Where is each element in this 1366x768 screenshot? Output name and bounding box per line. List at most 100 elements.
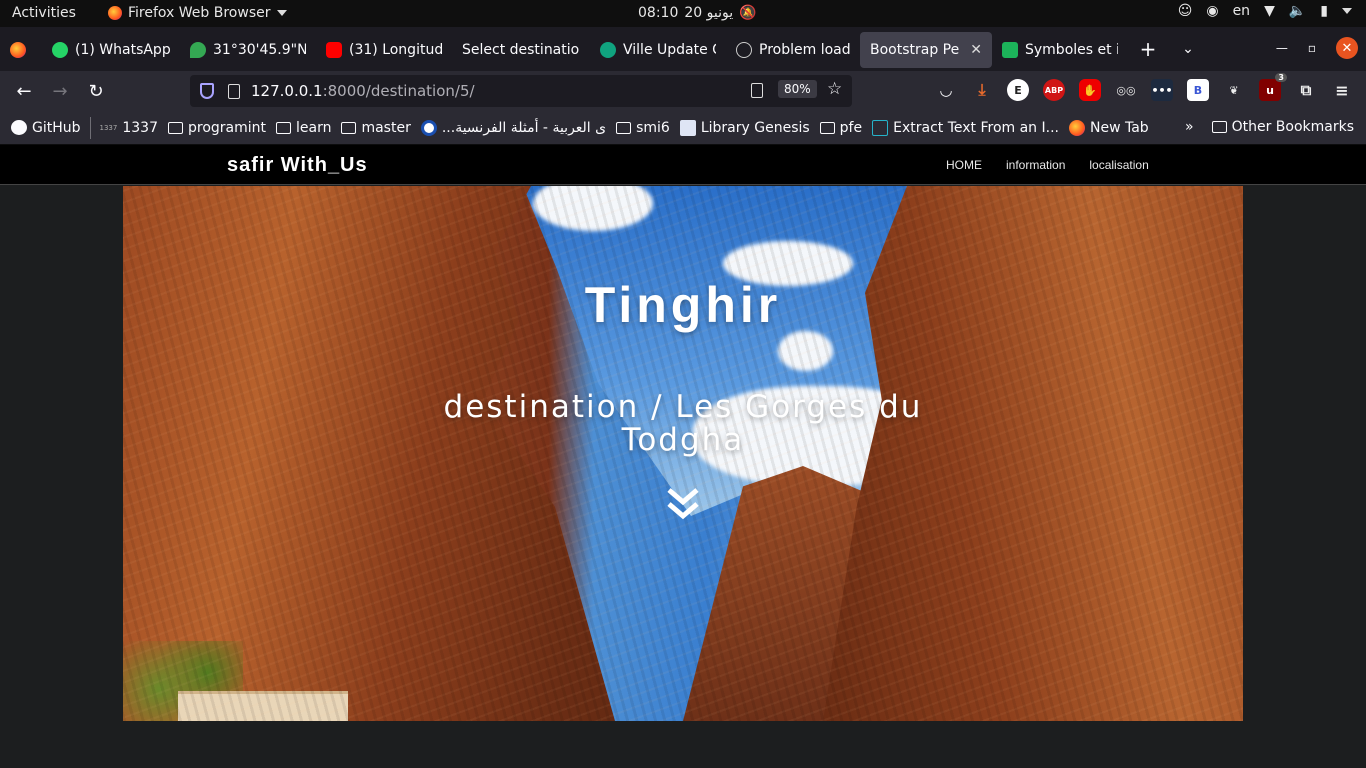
clock-time: 08:10	[638, 5, 679, 21]
notifications-muted-icon: 🔕	[739, 5, 757, 21]
tab-strip: (1) WhatsApp 31°30'45.9"N 5 (31) Longitu…	[0, 27, 1366, 71]
system-menu-chevron-icon	[1342, 8, 1352, 14]
bookmark-folder-learn[interactable]: learn	[271, 120, 336, 136]
tab-select-destination[interactable]: Select destination	[452, 32, 590, 68]
zoom-level-button[interactable]: 80%	[778, 80, 817, 98]
new-tab-button[interactable]: +	[1128, 37, 1168, 61]
extensions-area: ◡ ⤓ E ABP ✋ ◎◎ ••• B ❦ u3 ⧉ ≡	[935, 73, 1353, 101]
bookmark-new-tab[interactable]: New Tab	[1064, 119, 1154, 136]
reader-view-icon[interactable]	[751, 83, 763, 98]
bookmark-label: New Tab	[1089, 119, 1149, 136]
more-bookmarks-chevron-icon[interactable]: »	[1185, 119, 1194, 135]
app-menu[interactable]: Firefox Web Browser	[108, 5, 287, 21]
maps-pin-icon	[190, 42, 206, 58]
url-text[interactable]: 127.0.0.1:8000/destination/5/	[251, 82, 475, 100]
firefox-icon	[10, 42, 26, 58]
close-tab-icon[interactable]: ✕	[970, 42, 982, 58]
battery-icon: ▮	[1320, 3, 1328, 19]
bookmark-label: Library Genesis	[700, 119, 810, 136]
bookmark-star-icon[interactable]: ☆	[827, 79, 842, 99]
book-icon	[679, 119, 696, 136]
tab-label: Select destination	[462, 42, 580, 58]
folder-icon	[1211, 121, 1227, 133]
bookmark-folder-pfe[interactable]: pfe	[815, 120, 867, 136]
tab-label: 31°30'45.9"N 5	[213, 42, 306, 58]
ublock-origin-icon[interactable]: u3	[1259, 73, 1287, 101]
page-info-icon[interactable]	[228, 83, 240, 99]
spy-glasses-icon[interactable]: ◎◎	[1115, 79, 1137, 101]
maximize-icon[interactable]: ▫	[1308, 41, 1316, 55]
leaf-extension-icon[interactable]: ❦	[1223, 79, 1245, 101]
tab-bootstrap-active[interactable]: Bootstrap Pers ✕	[860, 32, 992, 68]
tab-symboles[interactable]: Symboles et ic	[992, 32, 1128, 68]
tab-label: Bootstrap Pers	[870, 42, 960, 58]
list-all-tabs-icon[interactable]: ⌄	[1168, 41, 1208, 57]
firefox-view-button[interactable]	[0, 32, 42, 68]
activities-button[interactable]: Activities	[12, 5, 76, 21]
double-chevron-down-icon[interactable]	[666, 486, 700, 522]
folder-icon	[341, 121, 357, 134]
other-bookmarks[interactable]: Other Bookmarks	[1211, 119, 1354, 135]
site-brand[interactable]: safir With_Us	[227, 154, 368, 177]
extension-e-icon[interactable]: E	[1007, 79, 1029, 101]
tab-whatsapp[interactable]: (1) WhatsApp	[42, 32, 180, 68]
folder-icon	[819, 121, 835, 134]
folder-icon	[276, 121, 291, 134]
chevron-down-icon	[276, 10, 287, 16]
back-arrow-icon[interactable]: ←	[6, 81, 42, 102]
tab-youtube[interactable]: (31) Longitude	[316, 32, 452, 68]
pocket-icon[interactable]: ◡	[935, 79, 957, 101]
firefox-icon	[108, 6, 122, 20]
site-icon	[420, 119, 437, 136]
close-window-icon[interactable]: ✕	[1336, 37, 1358, 59]
symboles-icon	[1002, 42, 1018, 58]
hero-banner-image: Tinghir destination / Les Gorges du Todg…	[123, 186, 1243, 721]
youtube-icon	[326, 42, 342, 58]
web-page: safir With_Us HOME information localisat…	[0, 145, 1366, 768]
clock[interactable]: 08:10 20 يونيو 🔕	[638, 5, 757, 21]
hamburger-menu-icon[interactable]: ≡	[1331, 79, 1353, 101]
tracking-protection-shield-icon[interactable]	[200, 83, 214, 99]
bookmark-1337[interactable]: 1337 1337	[95, 120, 163, 136]
info-icon	[736, 42, 752, 58]
window-controls: — ▫ ✕	[1276, 37, 1358, 59]
bookmark-github[interactable]: GitHub	[6, 120, 86, 136]
bookmark-library-genesis[interactable]: Library Genesis	[675, 119, 815, 136]
dots-extension-icon[interactable]: •••	[1151, 79, 1173, 101]
whatsapp-icon	[52, 42, 68, 58]
bookmark-folder-master[interactable]: master	[336, 120, 415, 136]
tab-maps[interactable]: 31°30'45.9"N 5	[180, 32, 316, 68]
address-bar[interactable]: 127.0.0.1:8000/destination/5/ 80% ☆	[190, 75, 852, 107]
bookmark-folder-smi6[interactable]: smi6	[611, 120, 675, 136]
bookmark-extract-text[interactable]: Extract Text From an I...	[867, 119, 1064, 136]
bookmark-folder-programint[interactable]: programint	[163, 120, 271, 136]
firefox-icon	[1068, 119, 1085, 136]
system-tray[interactable]: ☺ ◉ en ▼ 🔈 ▮	[1178, 3, 1352, 19]
reload-icon[interactable]: ↻	[78, 81, 114, 102]
extension-b-icon[interactable]: B	[1187, 79, 1209, 101]
tab-chatgpt[interactable]: Ville Update C	[590, 32, 726, 68]
extensions-puzzle-icon[interactable]: ⧉	[1295, 79, 1317, 101]
adblock-plus-icon[interactable]: ABP	[1043, 79, 1065, 101]
nav-link-home[interactable]: HOME	[946, 158, 982, 172]
site-icon	[872, 119, 889, 136]
folder-icon	[167, 121, 183, 134]
forward-arrow-icon[interactable]: →	[42, 81, 78, 102]
url-host: 127.0.0.1	[251, 82, 323, 100]
nav-link-information[interactable]: information	[1006, 158, 1065, 172]
site-menu: HOME information localisation	[946, 158, 1149, 172]
navigation-toolbar: ← → ↻ 127.0.0.1:8000/destination/5/ 80% …	[0, 71, 1366, 111]
clock-date: 20 يونيو	[684, 5, 734, 21]
bookmark-arabic-french[interactable]: ...ى العربية - أمثلة الفرنسية	[416, 119, 611, 136]
minimize-icon[interactable]: —	[1276, 41, 1288, 55]
tab-label: Symboles et ic	[1025, 42, 1118, 58]
folder-icon	[616, 121, 632, 134]
nav-link-localisation[interactable]: localisation	[1089, 158, 1148, 172]
bookmark-label: programint	[187, 119, 266, 136]
bookmark-label: 1337	[122, 119, 158, 136]
language-indicator[interactable]: en	[1233, 3, 1251, 19]
ublock-hand-icon[interactable]: ✋	[1079, 79, 1101, 101]
download-icon[interactable]: ⤓	[971, 79, 993, 101]
tab-label: Ville Update C	[623, 42, 716, 58]
tab-problem-loading[interactable]: Problem loadi	[726, 32, 860, 68]
